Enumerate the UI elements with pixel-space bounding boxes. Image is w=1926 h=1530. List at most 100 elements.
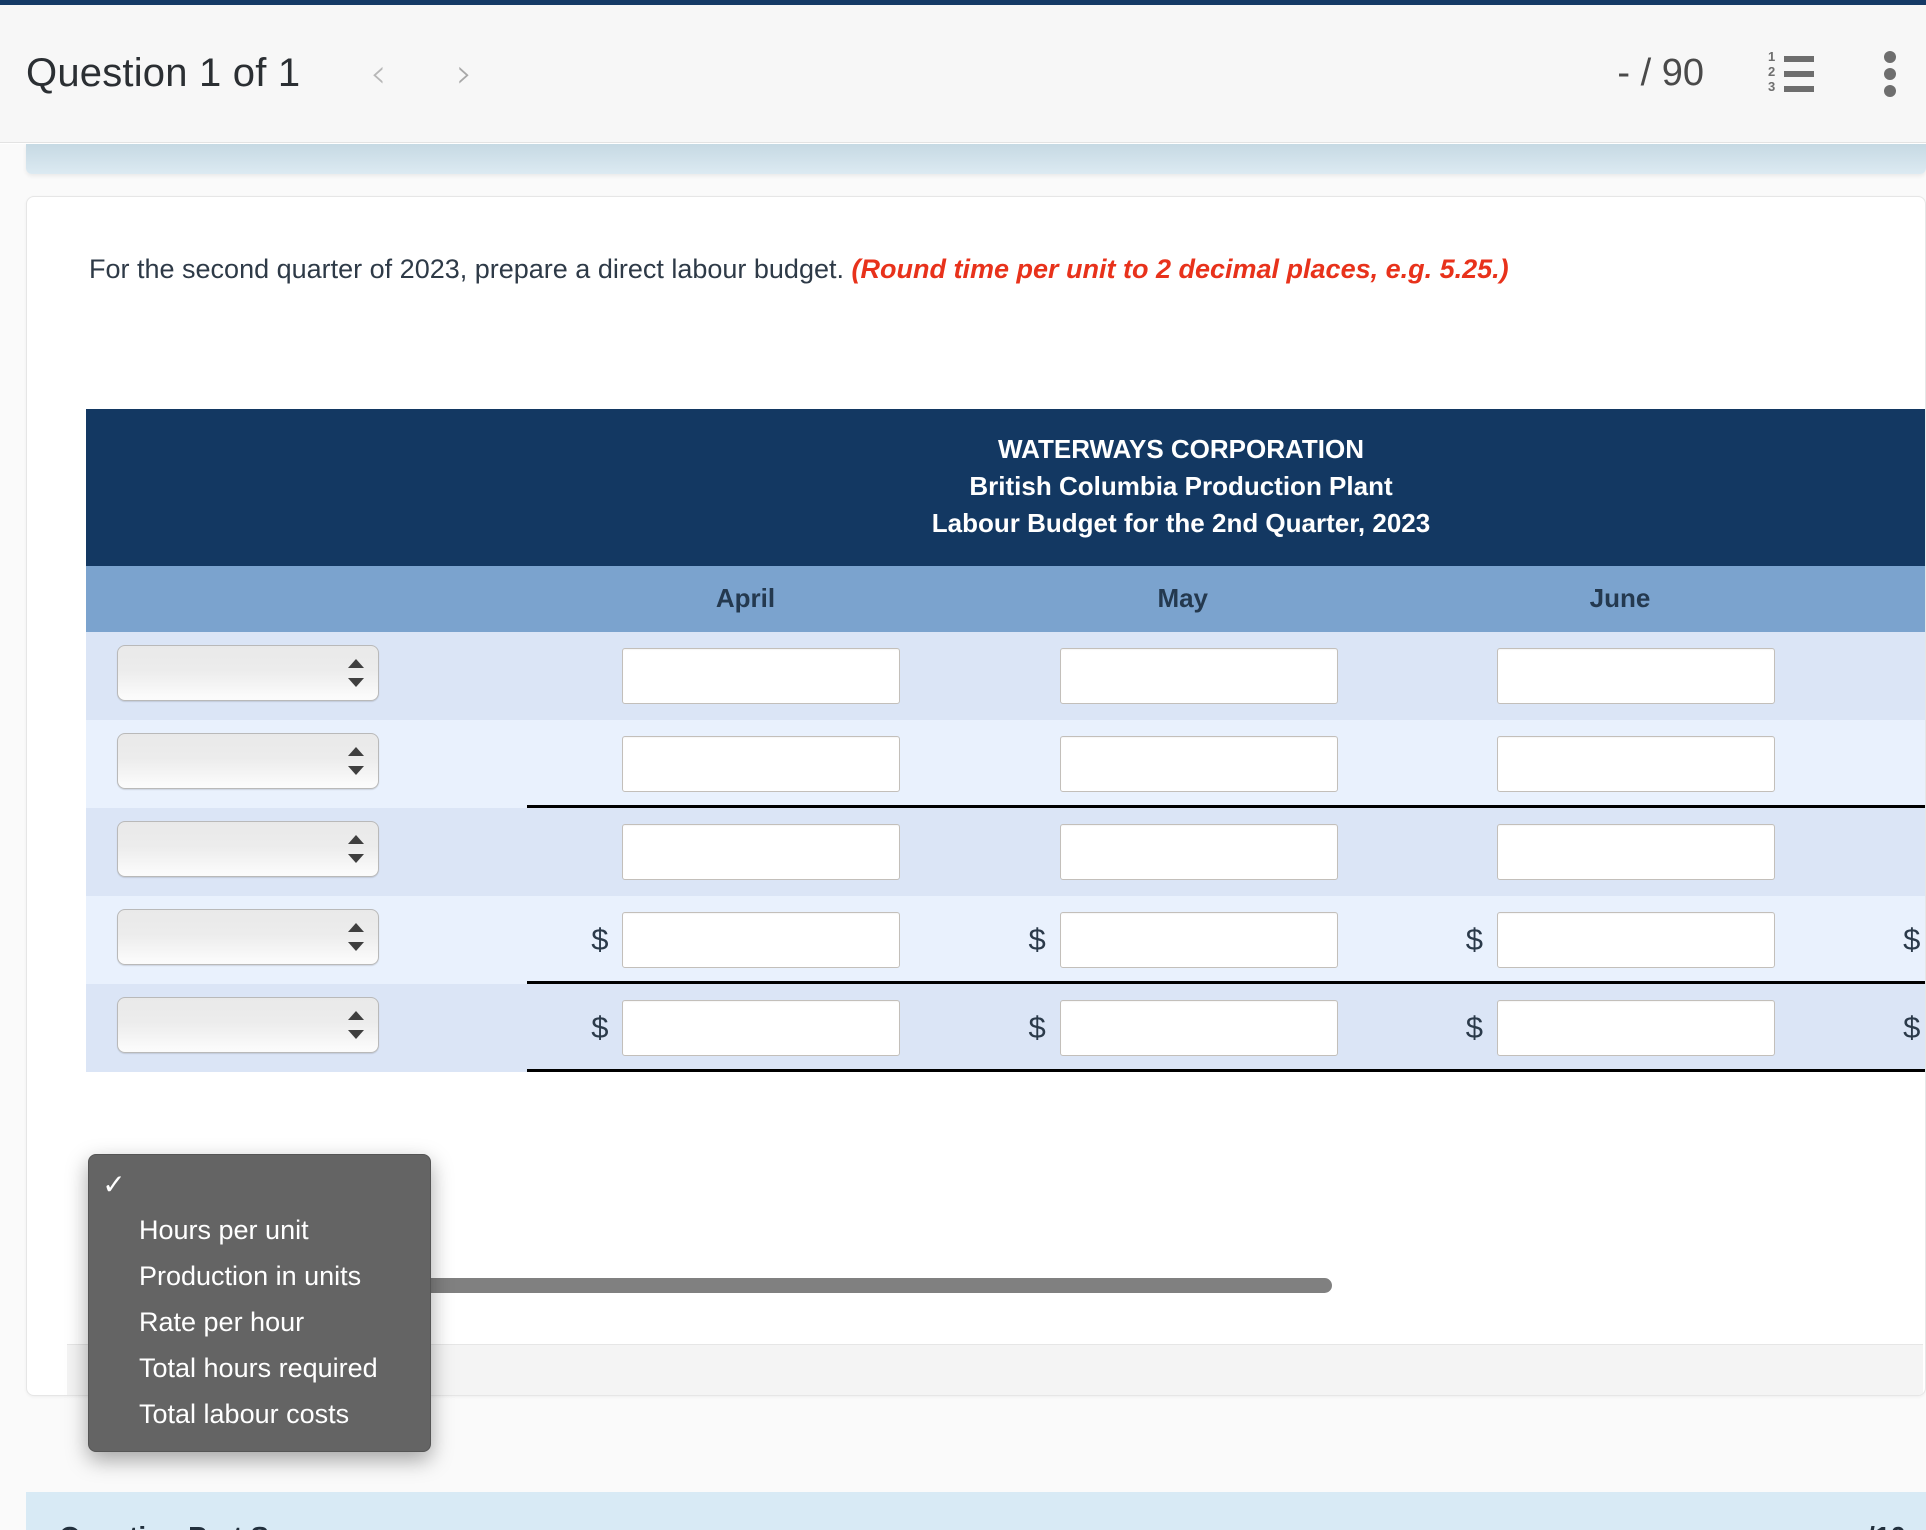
table-row: $ $ $ $ <box>86 631 1925 720</box>
row-4-line-item-select[interactable] <box>117 909 379 966</box>
row-5-label-cell <box>86 983 527 1072</box>
dollar-sign: $ <box>1903 921 1921 957</box>
question-part-score-value: --/10 <box>1848 1521 1906 1530</box>
dollar-sign: $ <box>1465 1009 1483 1045</box>
row-1-april-cell: $ <box>526 631 965 720</box>
updown-arrows-icon <box>348 1010 364 1040</box>
row-5-june-cell: $ <box>1401 983 1839 1072</box>
vertical-dots-icon[interactable] <box>1884 50 1896 97</box>
dot-3 <box>1884 84 1896 97</box>
row-3-total-cell: $ <box>1838 807 1925 896</box>
app-window: Question 1 of 1 ‹ › - / 90 1 2 3 For the… <box>0 0 1926 1530</box>
row-5-total-cell: $ <box>1838 983 1925 1072</box>
row-2-may-input[interactable] <box>1059 735 1338 792</box>
row-1-april-input[interactable] <box>622 647 901 704</box>
previous-question-card-edge <box>26 144 1926 174</box>
check-icon: ✓ <box>102 1169 126 1200</box>
row-5-line-item-select[interactable] <box>117 997 379 1054</box>
column-header-total <box>1838 565 1925 632</box>
updown-arrows-icon <box>348 746 364 776</box>
list-icon-bar-3 <box>1784 85 1814 92</box>
row-4-may-input[interactable] <box>1059 911 1338 968</box>
row-5-april-cell: $ <box>526 983 965 1072</box>
row-3-april-input[interactable] <box>622 823 901 880</box>
row-2-june-cell: $ <box>1401 719 1839 808</box>
row-4-may-cell: $ <box>964 895 1402 984</box>
prompt-text: For the second quarter of 2023, prepare … <box>89 254 844 284</box>
row-1-line-item-select[interactable] <box>117 645 379 702</box>
dot-1 <box>1884 50 1896 63</box>
row-3-april-cell: $ <box>526 807 965 896</box>
row-3-may-cell: $ <box>964 807 1402 896</box>
dropdown-option-production-in-units[interactable]: Production in units <box>89 1253 430 1299</box>
prompt-rounding-hint: (Round time per unit to 2 decimal places… <box>851 254 1509 284</box>
row-2-total-cell: $ <box>1838 719 1925 808</box>
row-2-june-input[interactable] <box>1496 735 1775 792</box>
list-icon-number-3: 3 <box>1768 78 1776 94</box>
company-name: WATERWAYS CORPORATION <box>998 434 1364 464</box>
dollar-sign: $ <box>591 921 609 957</box>
row-4-june-input[interactable] <box>1496 911 1775 968</box>
dollar-sign: $ <box>1903 1009 1921 1045</box>
row-5-june-input[interactable] <box>1496 999 1775 1056</box>
dot-2 <box>1884 67 1896 80</box>
dollar-sign: $ <box>1028 1009 1046 1045</box>
page-title: Question 1 of 1 <box>26 51 301 95</box>
row-2-may-cell: $ <box>964 719 1402 808</box>
row-5-may-cell: $ <box>964 983 1402 1072</box>
row-1-label-cell <box>86 631 527 720</box>
question-scroll-area[interactable]: For the second quarter of 2023, prepare … <box>0 144 1926 1530</box>
dropdown-option-hours-per-unit[interactable]: Hours per unit <box>89 1207 430 1253</box>
dollar-sign: $ <box>591 1009 609 1045</box>
table-row: $ $ $ $ <box>86 719 1925 808</box>
question-part-score-bar: Question Part Score --/10 <box>26 1492 1926 1530</box>
labour-budget-table: WATERWAYS CORPORATION British Columbia P… <box>86 409 1925 1072</box>
dropdown-option-total-hours-required[interactable]: Total hours required <box>89 1345 430 1391</box>
table-row: $ $ $ $ <box>86 895 1925 984</box>
row-2-april-input[interactable] <box>622 735 901 792</box>
dollar-sign: $ <box>1465 921 1483 957</box>
row-4-april-input[interactable] <box>622 911 901 968</box>
header-left-group: Question 1 of 1 ‹ › <box>0 46 492 102</box>
row-1-june-cell: $ <box>1401 631 1839 720</box>
table-title-row: WATERWAYS CORPORATION British Columbia P… <box>86 409 1925 566</box>
question-prompt: For the second quarter of 2023, prepare … <box>89 254 1509 285</box>
row-1-total-cell: $ <box>1838 631 1925 720</box>
row-1-may-input[interactable] <box>1059 647 1338 704</box>
month-header-row: April May June <box>86 565 1925 632</box>
budget-table-viewport[interactable]: WATERWAYS CORPORATION British Columbia P… <box>86 409 1925 1072</box>
row-2-label-cell <box>86 719 527 808</box>
row-5-may-input[interactable] <box>1059 999 1338 1056</box>
dropdown-option-blank[interactable]: ✓ <box>89 1163 430 1207</box>
question-header-bar: Question 1 of 1 ‹ › - / 90 1 2 3 <box>0 5 1926 143</box>
row-4-total-cell: $ <box>1838 895 1925 984</box>
table-title-cell: WATERWAYS CORPORATION British Columbia P… <box>86 409 1925 566</box>
total-score-display: - / 90 <box>1617 52 1704 94</box>
list-icon-bar-1 <box>1784 55 1814 62</box>
table-body: $ $ $ $ $ $ $ $ <box>86 631 1925 1072</box>
table-row: $ $ $ $ <box>86 983 1925 1072</box>
plant-name: British Columbia Production Plant <box>969 470 1393 501</box>
updown-arrows-icon <box>348 922 364 952</box>
question-part-score-label: Question Part Score <box>59 1521 328 1530</box>
row-4-june-cell: $ <box>1401 895 1839 984</box>
row-3-may-input[interactable] <box>1059 823 1338 880</box>
row-3-line-item-select[interactable] <box>117 821 379 878</box>
list-icon-number-1: 1 <box>1768 48 1776 64</box>
numbered-list-icon[interactable]: 1 2 3 <box>1768 48 1814 94</box>
row-2-line-item-select[interactable] <box>117 733 379 790</box>
row-3-label-cell <box>86 807 527 896</box>
row-5-april-input[interactable] <box>622 999 901 1056</box>
row-1-may-cell: $ <box>964 631 1402 720</box>
updown-arrows-icon <box>348 834 364 864</box>
dropdown-option-total-labour-costs[interactable]: Total labour costs <box>89 1391 430 1437</box>
column-header-may: May <box>964 565 1402 632</box>
chevron-left-icon[interactable]: ‹ <box>350 46 406 102</box>
list-icon-number-2: 2 <box>1768 63 1776 79</box>
row-4-april-cell: $ <box>526 895 965 984</box>
row-3-june-input[interactable] <box>1496 823 1775 880</box>
dropdown-option-rate-per-hour[interactable]: Rate per hour <box>89 1299 430 1345</box>
line-item-dropdown-menu[interactable]: ✓ Hours per unit Production in units Rat… <box>88 1154 431 1452</box>
row-1-june-input[interactable] <box>1496 647 1775 704</box>
chevron-right-icon[interactable]: › <box>436 46 492 102</box>
